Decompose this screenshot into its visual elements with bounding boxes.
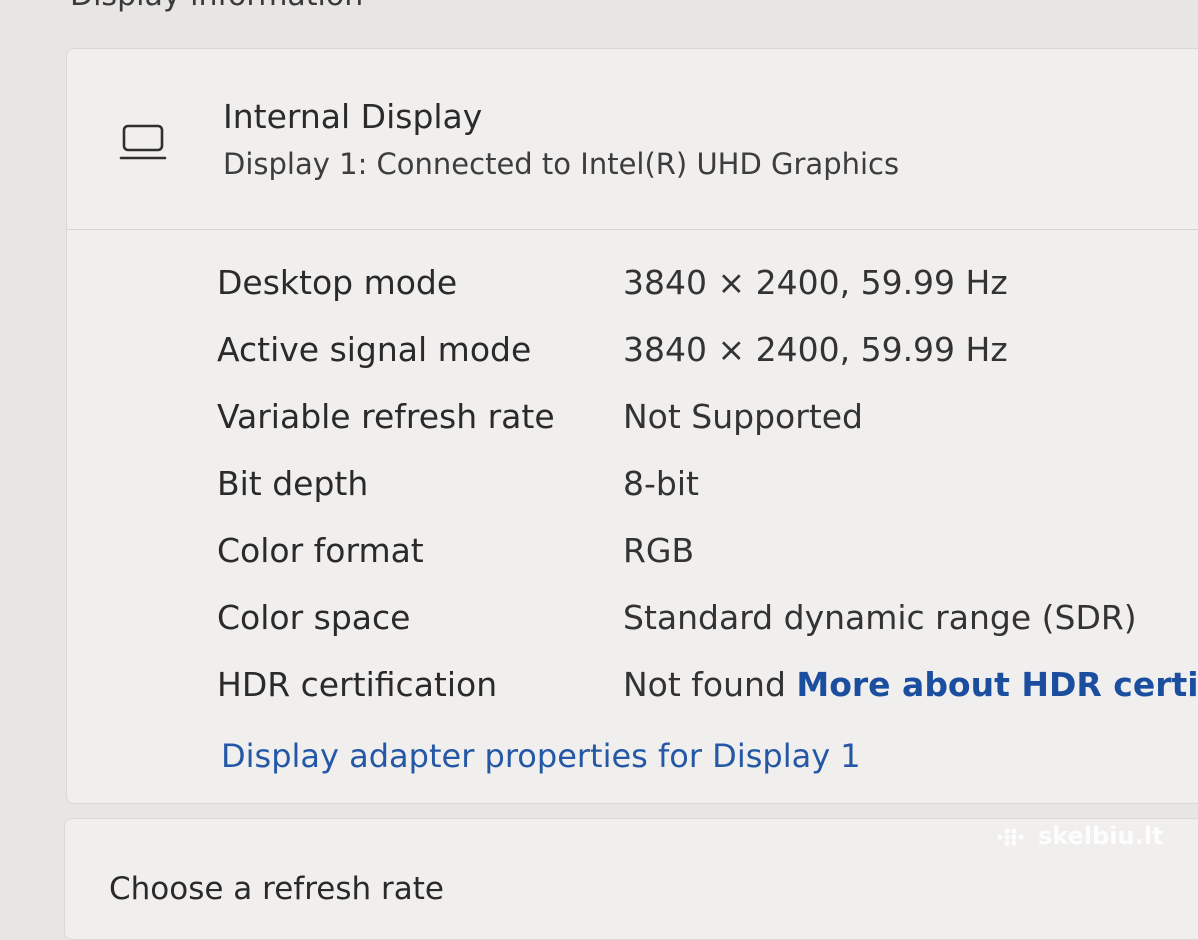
property-value: Not found More about HDR certifica xyxy=(623,665,1198,704)
property-row-color-space: Color space Standard dynamic range (SDR) xyxy=(217,598,1198,644)
display-adapter-properties-link[interactable]: Display adapter properties for Display 1 xyxy=(221,737,861,775)
property-label: Color space xyxy=(217,598,411,637)
property-label: Variable refresh rate xyxy=(217,397,555,436)
property-value: Not Supported xyxy=(623,397,864,436)
display-info-card: Internal Display Display 1: Connected to… xyxy=(66,48,1198,804)
property-label: Active signal mode xyxy=(217,330,532,369)
property-label: Desktop mode xyxy=(217,263,458,302)
property-row-bit-depth: Bit depth 8-bit xyxy=(217,464,1198,510)
property-label: HDR certification xyxy=(217,665,498,704)
display-title: Internal Display xyxy=(223,97,483,136)
property-row-color-format: Color format RGB xyxy=(217,531,1198,577)
property-row-desktop-mode: Desktop mode 3840 × 2400, 59.99 Hz xyxy=(217,263,1198,309)
display-subtitle: Display 1: Connected to Intel(R) UHD Gra… xyxy=(223,147,900,181)
property-label: Color format xyxy=(217,531,424,570)
property-value: 3840 × 2400, 59.99 Hz xyxy=(623,263,1008,302)
property-value: Standard dynamic range (SDR) xyxy=(623,598,1137,637)
refresh-rate-label: Choose a refresh rate xyxy=(109,871,444,907)
property-value: RGB xyxy=(623,531,695,570)
watermark-text: skelbiu.lt xyxy=(1038,822,1164,850)
section-heading: Display information xyxy=(70,0,363,13)
hdr-certification-link[interactable]: More about HDR certifica xyxy=(796,665,1198,704)
display-header: Internal Display Display 1: Connected to… xyxy=(67,49,1198,230)
hdr-status: Not found xyxy=(623,665,786,704)
watermark-logo-icon xyxy=(996,826,1028,848)
property-value: 8-bit xyxy=(623,464,699,503)
laptop-display-icon xyxy=(119,123,167,163)
property-row-hdr-certification: HDR certification Not found More about H… xyxy=(217,665,1198,711)
property-label: Bit depth xyxy=(217,464,369,503)
property-row-variable-refresh-rate: Variable refresh rate Not Supported xyxy=(217,397,1198,443)
property-row-active-signal-mode: Active signal mode 3840 × 2400, 59.99 Hz xyxy=(217,330,1198,376)
property-value: 3840 × 2400, 59.99 Hz xyxy=(623,330,1008,369)
